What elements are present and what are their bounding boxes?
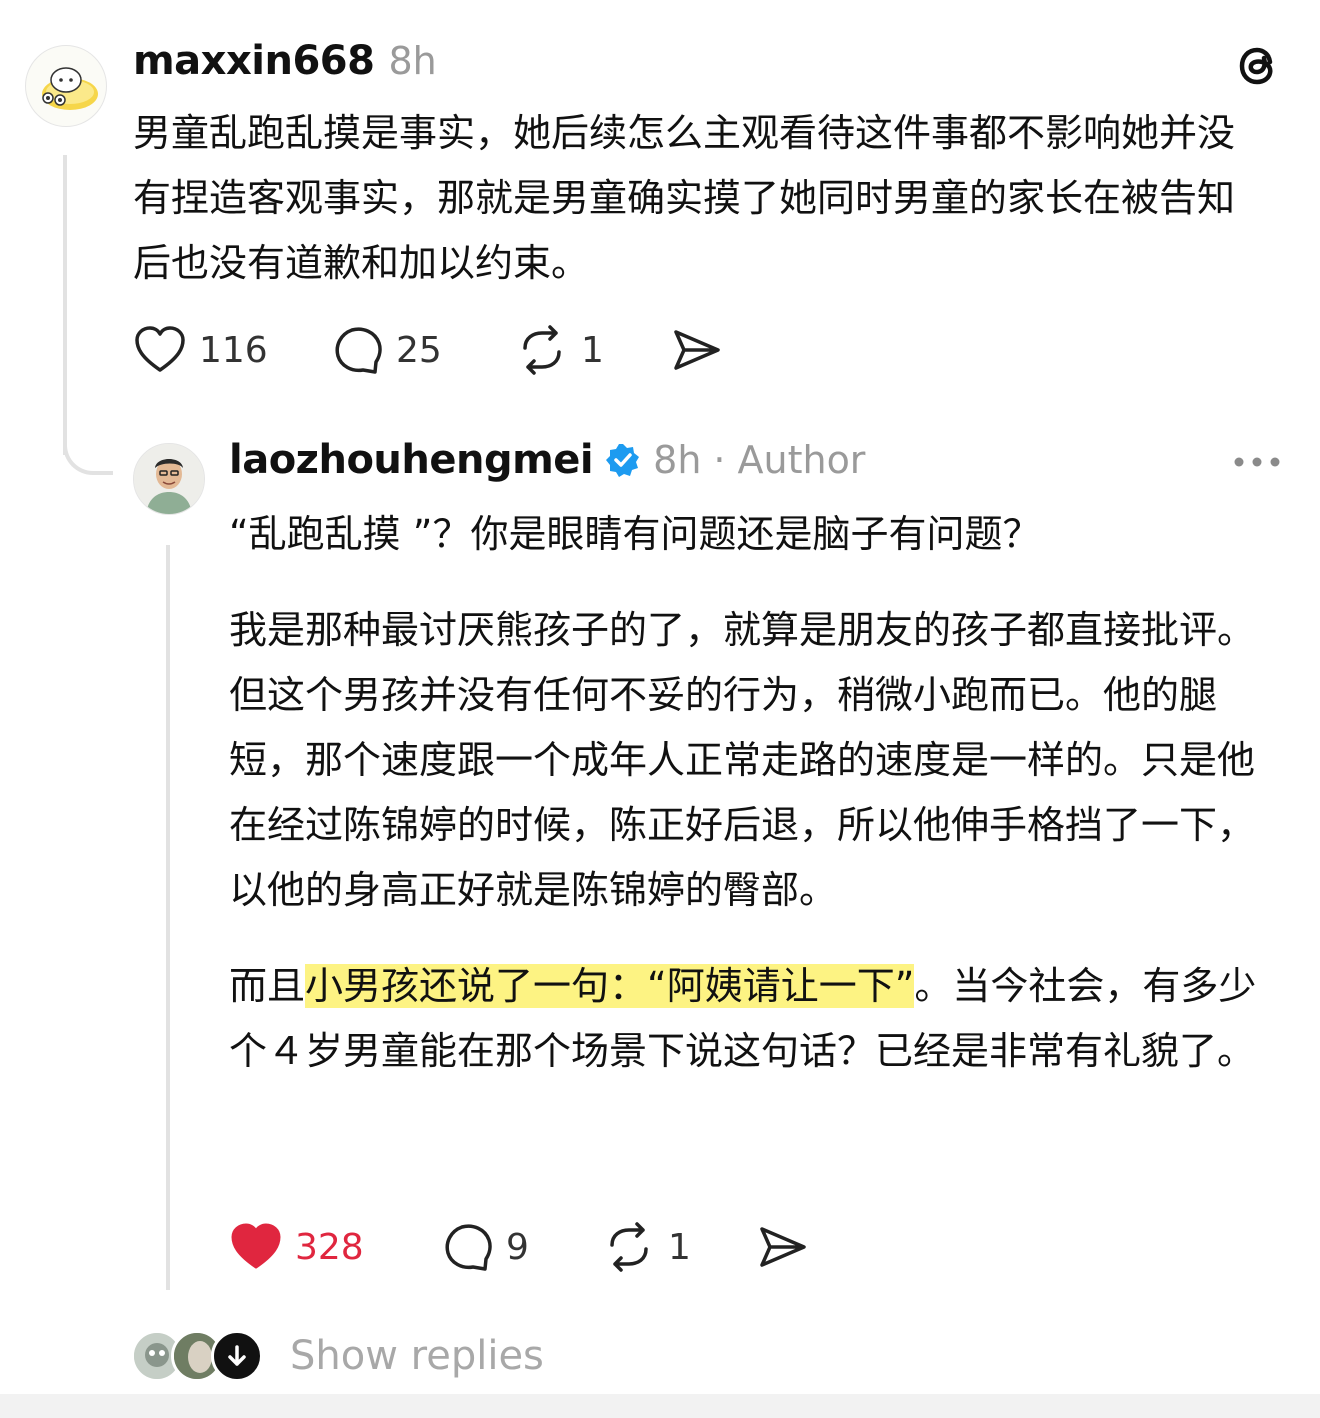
comment-time: 8h <box>388 39 437 83</box>
home-indicator-bar <box>0 1394 1320 1418</box>
comment-bubble-icon <box>445 1224 492 1271</box>
more-options-button[interactable] <box>1232 452 1282 472</box>
like-count: 116 <box>199 329 268 371</box>
like-button[interactable]: 116 <box>133 324 268 376</box>
comment-text: 男童乱跑乱摸是事实，她后续怎么主观看待这件事都不影响她并没有捏造客观事实，那就是… <box>133 111 1236 285</box>
repost-count: 1 <box>581 329 604 371</box>
repost-button[interactable]: 1 <box>515 324 604 376</box>
reply-count: 25 <box>396 329 442 371</box>
threads-logo-icon[interactable] <box>1232 40 1284 92</box>
author-tag: Author <box>737 438 866 482</box>
reply-time: 8h <box>653 438 702 482</box>
like-button[interactable]: 328 <box>229 1221 364 1273</box>
highlighted-quote: 小男孩还说了一句：“阿姨请让一下” <box>305 964 915 1008</box>
reply-avatar-stack <box>131 1330 266 1382</box>
reply-count: 9 <box>506 1226 529 1268</box>
reply-text: “乱跑乱摸 ”？你是眼睛有问题还是脑子有问题？ 我是那种最讨厌熊孩子的了，就算是… <box>229 502 1264 1084</box>
send-icon <box>760 1227 806 1267</box>
reply-username[interactable]: laozhouhengmei <box>229 437 594 483</box>
repost-icon <box>523 325 561 375</box>
thread-line-reply <box>166 545 170 1290</box>
repost-count: 1 <box>668 1226 691 1268</box>
meta-separator: · <box>713 438 726 482</box>
share-button[interactable] <box>756 1221 810 1273</box>
comment-bubble-icon <box>335 327 382 374</box>
heart-icon <box>135 326 185 372</box>
reply-paragraph-3: 而且小男孩还说了一句：“阿姨请让一下”。当今社会，有多少个４岁男童能在那个场景下… <box>229 954 1264 1084</box>
comment-username[interactable]: maxxin668 <box>133 38 375 84</box>
send-icon <box>674 330 720 370</box>
heart-filled-icon <box>231 1223 281 1269</box>
thread-line-curve <box>63 420 113 475</box>
show-replies-row[interactable]: Show replies <box>131 1330 544 1382</box>
replies-expand-icon <box>211 1330 263 1382</box>
avatar-image-icon <box>42 67 98 110</box>
thread-line-main <box>63 155 67 455</box>
reply-paragraph-2: 我是那种最讨厌熊孩子的了，就算是朋友的孩子都直接批评。但这个男孩并没有任何不妥的… <box>229 608 1256 912</box>
more-dots-icon <box>1234 457 1280 467</box>
reply-button[interactable]: 9 <box>440 1221 529 1273</box>
verified-badge-icon <box>605 442 641 478</box>
like-count: 328 <box>295 1226 364 1268</box>
paragraph-3-start: 而且 <box>229 964 306 1008</box>
reply-paragraph-1: “乱跑乱摸 ”？你是眼睛有问题还是脑子有问题？ <box>229 512 1041 556</box>
reply-button[interactable]: 25 <box>330 324 442 376</box>
share-button[interactable] <box>670 324 724 376</box>
repost-button[interactable]: 1 <box>602 1221 691 1273</box>
repost-icon <box>610 1222 648 1272</box>
avatar[interactable] <box>133 443 205 515</box>
show-replies-link[interactable]: Show replies <box>290 1333 544 1379</box>
avatar-image-icon <box>134 444 204 514</box>
avatar[interactable] <box>25 45 107 127</box>
